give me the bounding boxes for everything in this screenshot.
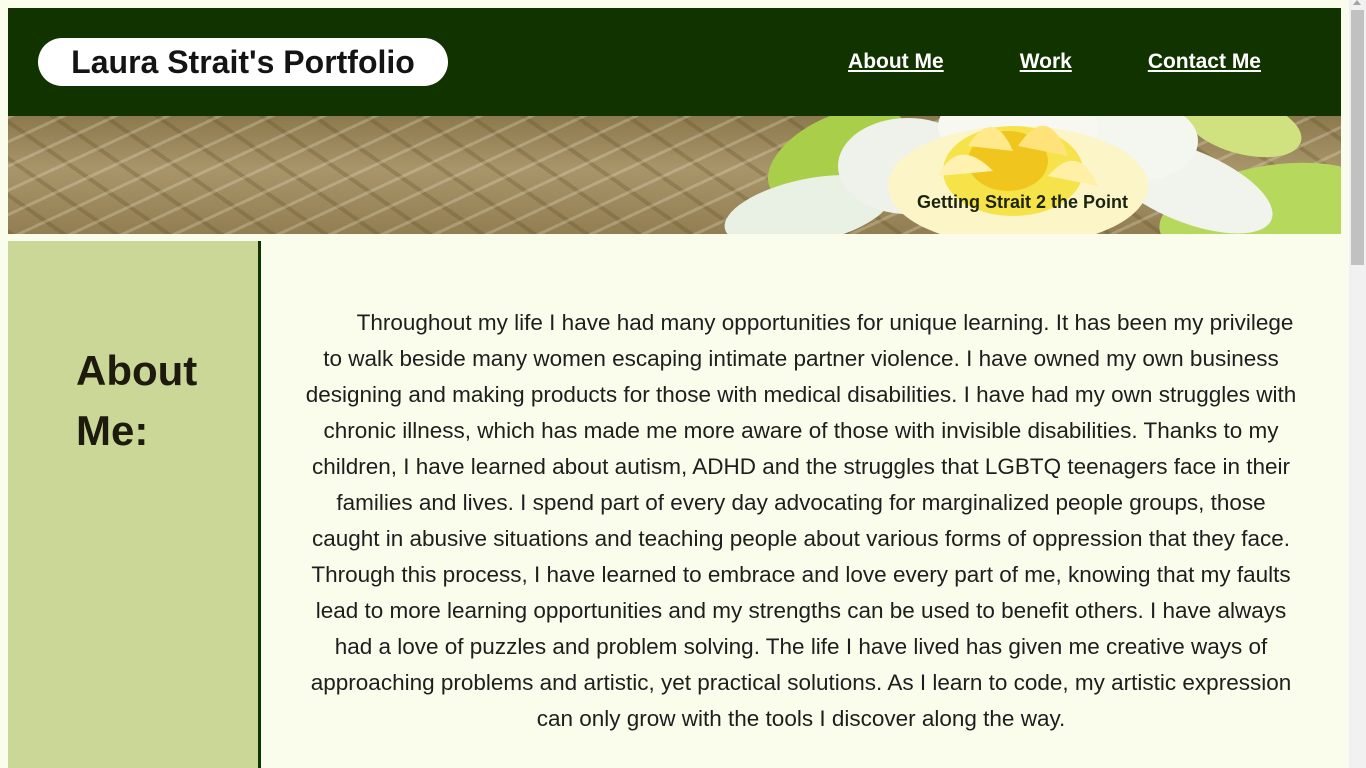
vertical-scrollbar[interactable] bbox=[1349, 0, 1366, 768]
sidebar-divider bbox=[258, 241, 261, 768]
banner-tagline: Getting Strait 2 the Point bbox=[917, 192, 1129, 212]
site-title[interactable]: Laura Strait's Portfolio bbox=[38, 38, 448, 86]
banner-image: Getting Strait 2 the Point bbox=[8, 116, 1341, 234]
scroll-up-arrow-icon[interactable] bbox=[1353, 0, 1361, 5]
page: Laura Strait's Portfolio About Me Work C… bbox=[0, 0, 1366, 768]
nav-link-contact-me[interactable]: Contact Me bbox=[1148, 50, 1261, 74]
site-header: Laura Strait's Portfolio About Me Work C… bbox=[8, 8, 1341, 116]
section-heading: About Me: bbox=[76, 347, 198, 454]
scrollbar-thumb[interactable] bbox=[1351, 10, 1364, 265]
sidebar: About Me: bbox=[8, 241, 258, 768]
about-paragraph: Throughout my life I have had many oppor… bbox=[305, 310, 1297, 731]
water-lily-illustration bbox=[724, 116, 1341, 234]
main-nav: About Me Work Contact Me bbox=[772, 8, 1261, 116]
nav-link-work[interactable]: Work bbox=[1020, 50, 1072, 74]
nav-link-about-me[interactable]: About Me bbox=[848, 50, 944, 74]
